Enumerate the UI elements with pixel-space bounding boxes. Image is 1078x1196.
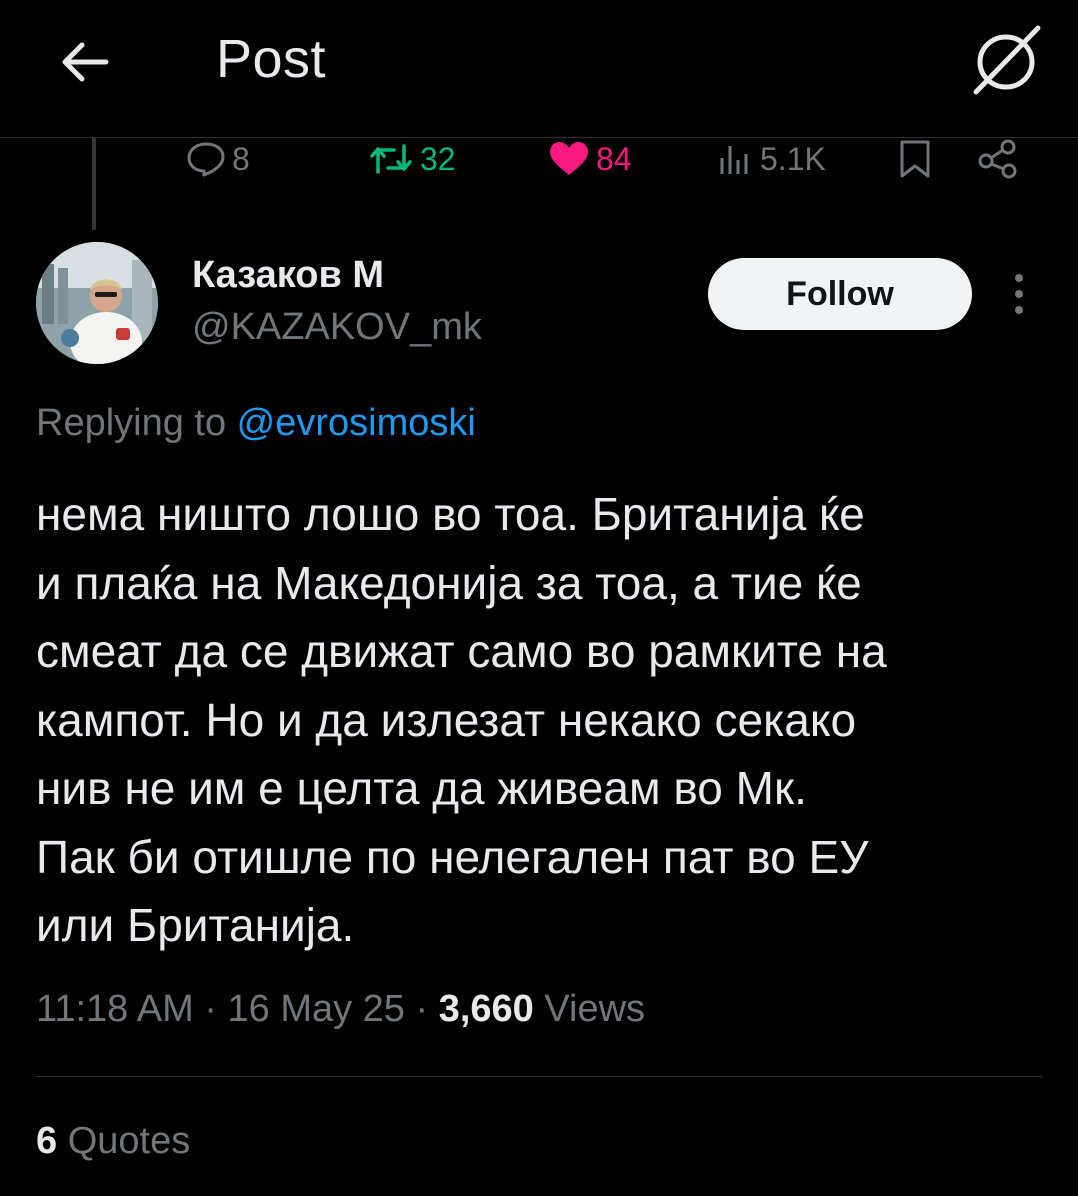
share-icon xyxy=(978,139,1017,179)
reply-button[interactable]: 8 xyxy=(186,138,250,180)
quotes-count: 6 xyxy=(36,1120,58,1162)
bookmark-icon xyxy=(900,140,930,178)
author-display-name[interactable]: Казаков М xyxy=(192,254,384,297)
reply-icon xyxy=(187,142,225,177)
more-options-button[interactable] xyxy=(1004,272,1034,316)
avatar[interactable] xyxy=(36,242,158,364)
retweet-count: 32 xyxy=(420,140,456,177)
heart-icon xyxy=(550,142,588,175)
tweet-timestamp[interactable]: 11:18 AM · 16 May 25 · xyxy=(36,988,439,1030)
quotes-link[interactable]: 6 Quotes xyxy=(36,1120,190,1163)
tweet-views-label: Views xyxy=(533,988,646,1030)
avatar-photo xyxy=(36,242,158,364)
views-chart-icon xyxy=(720,146,748,174)
like-count: 84 xyxy=(596,140,632,177)
share-button[interactable] xyxy=(976,138,1020,180)
views-button[interactable]: 5.1K xyxy=(718,138,826,180)
page-title: Post xyxy=(216,29,327,89)
top-bar: Post xyxy=(0,0,1078,138)
retweet-icon xyxy=(370,144,412,174)
grok-icon xyxy=(973,25,1041,95)
replying-to: Replying to @evrosimoski xyxy=(36,402,476,445)
tweet-meta: 11:18 AM · 16 May 25 · 3,660 Views xyxy=(36,988,645,1031)
arrow-left-icon xyxy=(62,42,109,82)
replying-to-label: Replying to xyxy=(36,402,237,444)
like-button[interactable]: 84 xyxy=(548,138,632,180)
more-vertical-icon xyxy=(1015,274,1023,314)
author-handle[interactable]: @KAZAKOV_mk xyxy=(192,306,482,349)
retweet-button[interactable]: 32 xyxy=(368,138,456,180)
tweet-views-count: 3,660 xyxy=(438,988,534,1030)
grok-button[interactable] xyxy=(968,22,1044,98)
follow-button[interactable]: Follow xyxy=(708,258,972,330)
replying-to-mention[interactable]: @evrosimoski xyxy=(237,402,476,444)
views-count: 5.1K xyxy=(760,140,826,177)
tweet-text: нема ништо лошо во тоа. Британија ќе и п… xyxy=(36,488,887,951)
divider xyxy=(36,1076,1042,1077)
back-button[interactable] xyxy=(56,34,112,90)
reply-count: 8 xyxy=(232,140,250,177)
quotes-label: Quotes xyxy=(57,1120,191,1162)
bookmark-button[interactable] xyxy=(897,138,933,180)
parent-post-action-bar: 8 32 84 5.1K xyxy=(0,138,1078,180)
